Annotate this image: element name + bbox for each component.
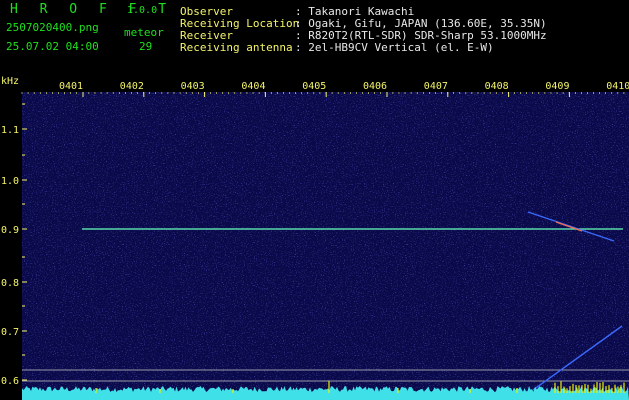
observation-datetime: 25.07.02 04:00 <box>6 40 99 53</box>
image-filename: 2507020400.png <box>6 21 99 34</box>
time-tick-label: 0409 <box>545 81 569 92</box>
spectrogram: kHz 1.1 1.0 0.9 0.8 0.7 0.6 0401 0402 0403 0404 0… <box>1 76 629 400</box>
freq-tick-label: 0.9 <box>1 225 19 236</box>
meteor-label: meteor <box>124 26 164 39</box>
spectrogram-noise <box>22 92 629 392</box>
info-value-antenna: : 2el-HB9CV Vertical (el. E-W) <box>295 41 494 54</box>
app-version: 1.0.0 <box>127 5 158 16</box>
time-tick-label: 0408 <box>485 81 509 92</box>
time-tick-label: 0403 <box>181 81 205 92</box>
freq-tick-label: 0.6 <box>1 376 19 387</box>
time-tick-label: 0404 <box>241 81 265 92</box>
time-tick-label: 0402 <box>120 81 144 92</box>
freq-unit-label: kHz <box>1 76 19 87</box>
time-tick-label: 0401 <box>59 81 83 92</box>
time-tick-label: 0410 <box>606 81 629 92</box>
time-tick-label: 0407 <box>424 81 448 92</box>
freq-tick-label: 0.8 <box>1 278 19 289</box>
time-tick-label: 0405 <box>302 81 326 92</box>
meteor-count: 29 <box>139 40 153 53</box>
freq-tick-label: 0.7 <box>1 327 19 338</box>
freq-tick-label: 1.1 <box>1 125 19 136</box>
freq-tick-label: 1.0 <box>1 176 19 187</box>
time-tick-label: 0406 <box>363 81 387 92</box>
info-label-antenna: Receiving antenna <box>180 41 293 54</box>
